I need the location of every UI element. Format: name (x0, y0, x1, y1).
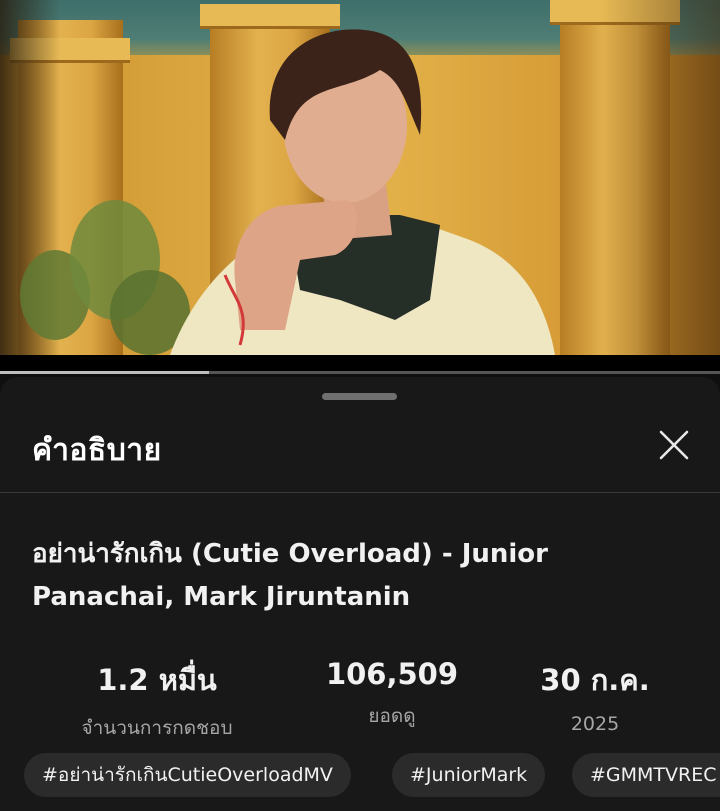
video-player[interactable] (0, 0, 720, 355)
sheet-title: คำอธิบาย (32, 433, 162, 468)
upload-date: 30 ก.ค. (540, 663, 650, 697)
likes-label: จำนวนการกดชอบ (81, 717, 233, 739)
upload-year: 2025 (570, 713, 620, 735)
views-count: 106,509 (325, 657, 459, 691)
video-bottom-bar (0, 355, 720, 371)
close-button[interactable] (652, 423, 696, 467)
date-stat: 30 ก.ค. 2025 (480, 657, 710, 735)
video-frame-person (170, 29, 555, 355)
hashtag-chip[interactable]: #อย่าน่ารักเกินCutieOverloadMV (24, 753, 351, 797)
divider (0, 492, 720, 493)
likes-stat: 1.2 หมื่น จำนวนการกดชอบ (42, 657, 272, 743)
video-progress-bar[interactable] (0, 371, 720, 374)
video-title: อย่าน่ารักเกิน (Cutie Overload) - Junior… (32, 539, 548, 612)
hashtag-chip[interactable]: #GMMTVREC (572, 753, 720, 797)
description-sheet: คำอธิบาย อย่าน่ารักเกิน (Cutie Overload)… (0, 377, 720, 811)
likes-count: 1.2 หมื่น (97, 663, 217, 697)
views-stat: 106,509 ยอดดู (277, 657, 507, 731)
hashtag-chip[interactable]: #JuniorMark (392, 753, 546, 797)
close-icon (659, 430, 689, 460)
video-progress-fill (0, 371, 209, 374)
drag-handle[interactable] (322, 393, 397, 400)
views-label: ยอดดู (368, 705, 416, 727)
